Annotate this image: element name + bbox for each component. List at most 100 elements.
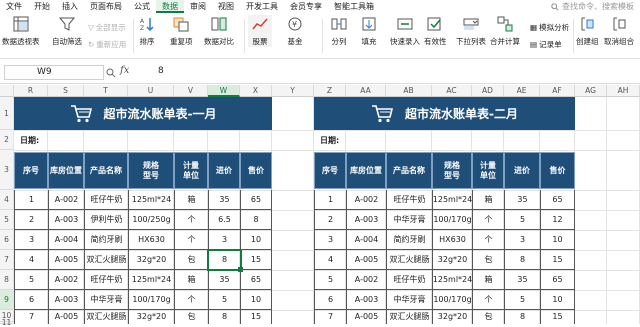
table-cell[interactable]: A-002 — [48, 270, 84, 290]
table-cell[interactable]: A-002 — [346, 190, 386, 210]
reapply-button[interactable]: ↻ 重新应用 — [88, 39, 126, 50]
table-cell[interactable]: 1 — [14, 190, 48, 210]
pivot-table-button[interactable]: 数据透视表 — [2, 15, 40, 47]
table-cell[interactable]: 10 — [540, 230, 575, 250]
table-cell[interactable]: 15 — [240, 250, 272, 270]
formula-input[interactable]: 8 — [158, 66, 164, 76]
table-cell[interactable]: A-003 — [48, 290, 84, 310]
table-cell[interactable]: 65 — [540, 190, 575, 210]
column-header-aa[interactable]: AA — [346, 85, 386, 97]
table-cell[interactable]: 32g*20 — [128, 310, 174, 324]
duplicates-button[interactable]: 重复项 — [170, 15, 193, 47]
table-cell[interactable]: 5 — [14, 270, 48, 290]
table-cell[interactable]: 5 — [208, 290, 240, 310]
column-header-ac[interactable]: AC — [432, 85, 472, 97]
row-header-9[interactable]: 9 — [0, 290, 14, 310]
column-header-s[interactable]: S — [48, 85, 84, 97]
table-cell[interactable]: 旺仔牛奶 — [84, 190, 128, 210]
stocks-button[interactable]: 股票 — [248, 15, 272, 47]
table-cell[interactable]: 个 — [174, 230, 208, 250]
table-cell[interactable]: A-003 — [346, 290, 386, 310]
table-cell[interactable]: 15 — [540, 310, 575, 324]
row-header-8[interactable]: 8 — [0, 270, 14, 290]
column-header-u[interactable]: U — [128, 85, 174, 97]
menu-view[interactable]: 视图 — [212, 0, 240, 13]
table-cell[interactable]: 伊利牛奶 — [84, 210, 128, 230]
table-cell[interactable]: 5 — [504, 210, 540, 230]
table-cell[interactable]: A-005 — [48, 250, 84, 270]
menu-review[interactable]: 审阅 — [184, 0, 212, 13]
column-header-r[interactable]: R — [14, 85, 48, 97]
table-cell[interactable]: 4 — [14, 250, 48, 270]
table-cell[interactable]: 65 — [240, 270, 272, 290]
table-cell[interactable]: 箱 — [472, 270, 504, 290]
table-cell[interactable]: 个 — [472, 290, 504, 310]
table-cell[interactable]: 中华牙膏 — [84, 290, 128, 310]
table-cell[interactable]: 中华牙膏 — [386, 290, 432, 310]
table-cell[interactable]: 旺仔牛奶 — [386, 190, 432, 210]
table-cell[interactable]: 32g*20 — [432, 250, 472, 270]
row-header-4[interactable]: 4 — [0, 190, 14, 210]
what-if-analysis-button[interactable]: ▦ 模拟分析 — [530, 22, 569, 33]
menu-data[interactable]: 数据 — [156, 0, 184, 13]
menu-member[interactable]: 会员专享 — [284, 0, 328, 13]
table-cell[interactable]: 6 — [14, 290, 48, 310]
function-icon[interactable]: fx — [120, 65, 129, 76]
table-cell[interactable]: 个 — [472, 210, 504, 230]
table-cell[interactable]: 旺仔牛奶 — [386, 270, 432, 290]
name-box[interactable]: W9 — [4, 65, 104, 80]
row-header-5[interactable]: 5 — [0, 210, 14, 230]
table-cell[interactable]: A-003 — [346, 210, 386, 230]
table-cell[interactable]: 15 — [240, 310, 272, 324]
table-cell[interactable]: 6 — [314, 290, 346, 310]
command-search[interactable]: 查找命令、搜索模板 — [551, 1, 640, 12]
ungroup-button[interactable]: 取消组合 — [604, 15, 634, 47]
table-cell[interactable]: 100/170g — [432, 210, 472, 230]
table-cell[interactable]: 125ml*24 — [432, 190, 472, 210]
select-all-corner[interactable] — [0, 85, 14, 97]
table-cell[interactable]: 125ml*24 — [128, 190, 174, 210]
table-cell[interactable]: 32g*20 — [432, 310, 472, 324]
data-compare-button[interactable]: 数据对比 — [204, 15, 234, 47]
table-cell[interactable]: HX630 — [432, 230, 472, 250]
table-cell[interactable]: 7 — [14, 310, 48, 324]
table-cell[interactable]: 5 — [504, 290, 540, 310]
table-cell[interactable]: 旺仔牛奶 — [84, 270, 128, 290]
row-header-2[interactable]: 2 — [0, 130, 14, 150]
table-cell[interactable]: 10 — [240, 230, 272, 250]
table-cell[interactable]: 7 — [314, 310, 346, 324]
menu-developer[interactable]: 开发工具 — [240, 0, 284, 13]
dropdown-list-button[interactable]: 下拉列表 — [456, 15, 486, 47]
table-cell[interactable]: A-003 — [48, 210, 84, 230]
column-header-t[interactable]: T — [84, 85, 128, 97]
table-cell[interactable]: 2 — [314, 210, 346, 230]
table-cell[interactable]: 35 — [208, 190, 240, 210]
table-cell[interactable]: A-005 — [346, 250, 386, 270]
table-cell[interactable]: 双汇火腿肠 — [386, 310, 432, 324]
row-header-1[interactable]: 1 — [0, 97, 14, 130]
column-header-ad[interactable]: AD — [472, 85, 504, 97]
table-cell[interactable]: 简约牙刷 — [84, 230, 128, 250]
table-cell[interactable]: 个 — [472, 230, 504, 250]
table-cell[interactable]: 箱 — [472, 190, 504, 210]
column-header-x[interactable]: X — [240, 85, 272, 97]
column-header-ae[interactable]: AE — [504, 85, 540, 97]
row-header-7[interactable]: 7 — [0, 250, 14, 270]
menu-smart-toolbox[interactable]: 智能工具箱 — [328, 0, 380, 13]
table-cell[interactable]: 125ml*24 — [128, 270, 174, 290]
table-cell[interactable]: 15 — [540, 250, 575, 270]
table-cell[interactable]: A-002 — [346, 270, 386, 290]
fund-button[interactable]: ¥ 基金 — [286, 15, 304, 47]
selected-cell[interactable] — [207, 249, 242, 271]
zoom-icon[interactable] — [106, 68, 116, 78]
table-cell[interactable]: 箱 — [174, 270, 208, 290]
table-cell[interactable]: 10 — [240, 290, 272, 310]
column-header-ah[interactable]: AH — [607, 85, 640, 97]
quick-entry-button[interactable]: 快速录入 — [390, 15, 420, 47]
table-cell[interactable]: 4 — [314, 250, 346, 270]
row-header-3[interactable]: 3 — [0, 150, 14, 190]
table-cell[interactable]: 简约牙刷 — [386, 230, 432, 250]
table-cell[interactable]: 3 — [314, 230, 346, 250]
table-cell[interactable]: 35 — [208, 270, 240, 290]
table-cell[interactable]: 个 — [174, 290, 208, 310]
